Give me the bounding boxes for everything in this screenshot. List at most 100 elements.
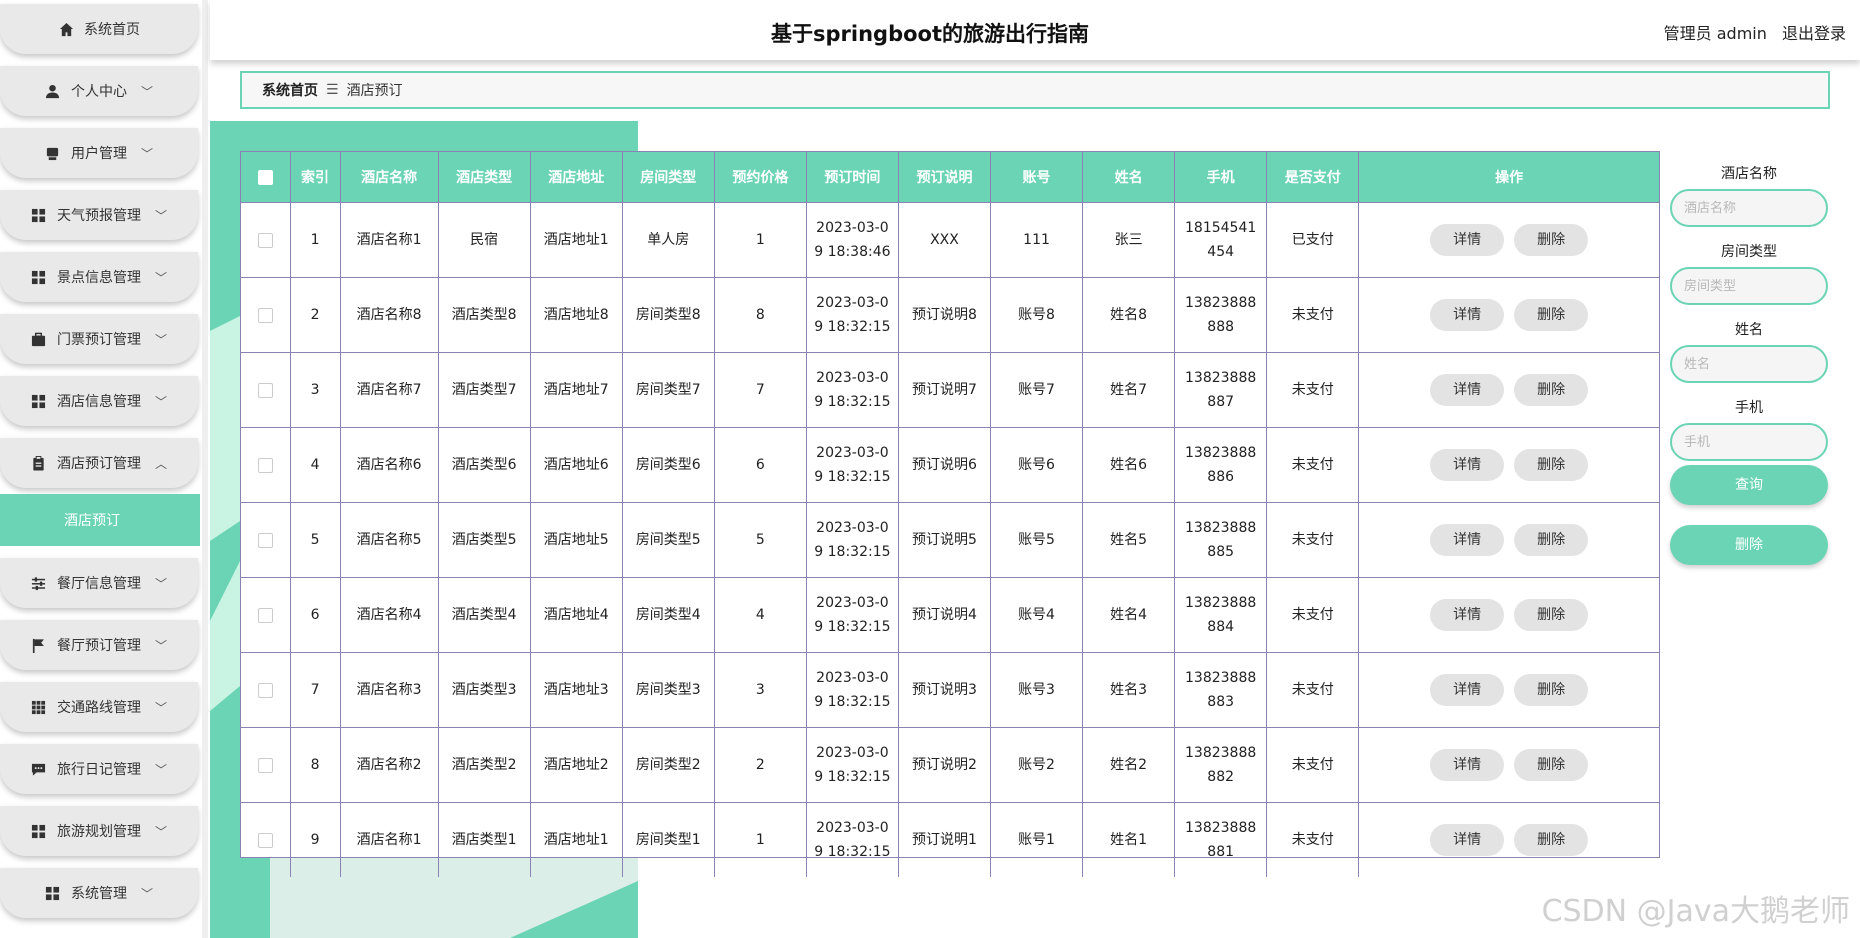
delete-row-button[interactable]: 删除	[1514, 374, 1589, 406]
select-all-checkbox[interactable]	[257, 169, 273, 185]
cell-account: 账号3	[990, 652, 1084, 728]
search-input-1[interactable]	[1670, 189, 1828, 227]
cell-paid: 未支付	[1266, 802, 1360, 877]
sidebar-item-10[interactable]: 餐厅预订管理 ﹀	[0, 620, 198, 670]
detail-button[interactable]: 详情	[1430, 749, 1505, 781]
top-header: 基于springboot的旅游出行指南 管理员 admin 退出登录	[210, 0, 1860, 60]
sidebar-item-13[interactable]: 旅游规划管理 ﹀	[0, 806, 198, 856]
chevron-down-icon: ﹀	[140, 84, 153, 99]
cell-hotel-name: 酒店名称6	[340, 427, 439, 503]
sidebar-item-9[interactable]: 餐厅信息管理 ﹀	[0, 558, 198, 608]
cell-hotel-type: 酒店类型1	[438, 802, 531, 877]
cell-name: 姓名8	[1082, 277, 1176, 353]
breadcrumb-home[interactable]: 系统首页	[262, 80, 318, 100]
delete-row-button[interactable]: 删除	[1514, 824, 1589, 856]
row-checkbox[interactable]	[257, 757, 273, 773]
row-checkbox[interactable]	[257, 832, 273, 848]
chevron-down-icon: ﹀	[154, 638, 167, 653]
cell-price: 3	[714, 652, 807, 728]
grid-icon	[31, 207, 47, 223]
sidebar-divider	[202, 0, 208, 938]
sidebar-item-label: 系统首页	[84, 22, 140, 38]
table-row: 7 酒店名称3 酒店类型3 酒店地址3 房间类型3 3 2023-03-09 18:32:1…	[241, 652, 1659, 728]
sidebar-item-label: 系统管理	[70, 886, 127, 902]
sidebar-item-label: 个人中心	[70, 84, 127, 100]
cell-price: 5	[714, 502, 807, 578]
delete-row-button[interactable]: 删除	[1514, 449, 1589, 481]
query-button[interactable]: 查询	[1670, 465, 1828, 505]
detail-button[interactable]: 详情	[1430, 374, 1505, 406]
row-select-cell	[241, 502, 291, 578]
cell-address: 酒店地址8	[530, 277, 623, 353]
row-checkbox[interactable]	[257, 457, 273, 473]
sliders-icon	[31, 575, 47, 591]
sidebar-item-3[interactable]: 用户管理 ﹀	[0, 128, 198, 178]
flag-icon	[31, 637, 47, 653]
user-area: 管理员 admin 退出登录	[1654, 20, 1846, 44]
sidebar-item-1[interactable]: 系统首页	[0, 4, 198, 54]
detail-button[interactable]: 详情	[1430, 299, 1505, 331]
search-input-2[interactable]	[1670, 267, 1828, 305]
cell-account: 账号2	[990, 727, 1084, 803]
sidebar-item-5[interactable]: 景点信息管理 ﹀	[0, 252, 198, 302]
sidebar-item-7[interactable]: 酒店信息管理 ﹀	[0, 376, 198, 426]
cell-time: 2023-03-09 18:32:15	[806, 502, 899, 578]
row-checkbox[interactable]	[257, 232, 273, 248]
delete-row-button[interactable]: 删除	[1514, 224, 1589, 256]
detail-button[interactable]: 详情	[1430, 449, 1505, 481]
table-row: 8 酒店名称2 酒店类型2 酒店地址2 房间类型2 2 2023-03-09 18:32:1…	[241, 727, 1659, 803]
cell-index: 7	[290, 652, 341, 728]
cell-account: 账号4	[990, 577, 1084, 653]
row-checkbox[interactable]	[257, 382, 273, 398]
current-user-label: 管理员 admin	[1663, 24, 1767, 43]
grid-icon	[31, 823, 47, 839]
delete-row-button[interactable]: 删除	[1514, 299, 1589, 331]
sidebar-item-12[interactable]: 旅行日记管理 ﹀	[0, 744, 198, 794]
row-select-cell	[241, 427, 291, 503]
user-icon	[45, 83, 61, 99]
detail-button[interactable]: 详情	[1430, 524, 1505, 556]
sidebar-item-4[interactable]: 天气预报管理 ﹀	[0, 190, 198, 240]
delete-row-button[interactable]: 删除	[1514, 524, 1589, 556]
detail-button[interactable]: 详情	[1430, 824, 1505, 856]
cell-hotel-type: 民宿	[438, 202, 531, 278]
select-all-header[interactable]	[241, 152, 291, 203]
delete-row-button[interactable]: 删除	[1514, 599, 1589, 631]
cell-time: 2023-03-09 18:32:15	[806, 352, 899, 428]
cell-address: 酒店地址1	[530, 202, 623, 278]
cell-note: 预订说明5	[898, 502, 992, 578]
sidebar-subitem-hotel-booking[interactable]: 酒店预订	[0, 494, 200, 546]
delete-row-button[interactable]: 删除	[1514, 749, 1589, 781]
detail-button[interactable]: 详情	[1430, 599, 1505, 631]
row-checkbox[interactable]	[257, 532, 273, 548]
cell-index: 5	[290, 502, 341, 578]
sidebar-item-11[interactable]: 交通路线管理 ﹀	[0, 682, 198, 732]
delete-row-button[interactable]: 删除	[1514, 674, 1589, 706]
app-title: 基于springboot的旅游出行指南	[771, 22, 1089, 46]
cell-index: 3	[290, 352, 341, 428]
search-input-3[interactable]	[1670, 345, 1828, 383]
briefcase-icon	[31, 331, 47, 347]
sidebar-item-14[interactable]: 系统管理 ﹀	[0, 868, 198, 918]
sidebar-item-6[interactable]: 门票预订管理 ﹀	[0, 314, 198, 364]
logout-link[interactable]: 退出登录	[1782, 24, 1846, 43]
cell-hotel-name: 酒店名称8	[340, 277, 439, 353]
detail-button[interactable]: 详情	[1430, 224, 1505, 256]
search-field-label: 手机	[1735, 400, 1763, 416]
cell-paid: 已支付	[1266, 202, 1360, 278]
sidebar-item-2[interactable]: 个人中心 ﹀	[0, 66, 198, 116]
row-checkbox[interactable]	[257, 307, 273, 323]
table-row: 3 酒店名称7 酒店类型7 酒店地址7 房间类型7 7 2023-03-09 18:32:1…	[241, 352, 1659, 428]
row-checkbox[interactable]	[257, 607, 273, 623]
batch-delete-button[interactable]: 删除	[1670, 525, 1828, 565]
cell-hotel-name: 酒店名称4	[340, 577, 439, 653]
row-checkbox[interactable]	[257, 682, 273, 698]
cell-name: 姓名3	[1082, 652, 1176, 728]
detail-button[interactable]: 详情	[1430, 674, 1505, 706]
sidebar-item-8[interactable]: 酒店预订管理 ︿	[0, 438, 198, 488]
table-header-row: 索引 酒店名称 酒店类型 酒店地址 房间类型 预约价格 预订时间 预订说明 账号 姓名 手机 是否支付…	[241, 152, 1659, 203]
search-input-4[interactable]	[1670, 423, 1828, 461]
chevron-down-icon: ﹀	[154, 700, 167, 715]
breadcrumb-separator-icon: ☰	[326, 82, 339, 98]
search-field-label: 房间类型	[1721, 244, 1777, 260]
